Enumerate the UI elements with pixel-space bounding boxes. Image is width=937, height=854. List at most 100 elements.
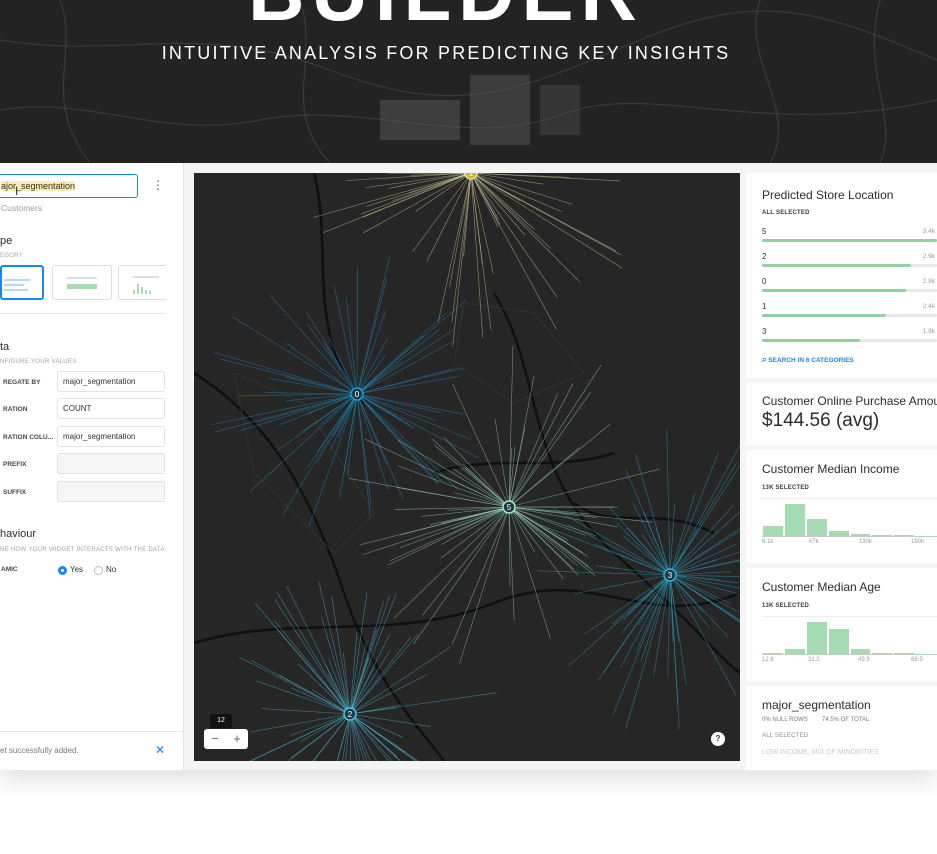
cluster-marker[interactable]: 3 (663, 568, 677, 582)
aggregate-by-field[interactable]: major_segmentation (57, 371, 165, 392)
hero-banner: BUILDER INTUITIVE ANALYSIS FOR PREDICTIN… (0, 0, 937, 163)
zoom-in-button[interactable]: + (226, 731, 248, 746)
histogram-bar[interactable] (763, 525, 783, 536)
type-category-thumbnail[interactable] (0, 265, 44, 300)
cluster-ray (356, 329, 440, 395)
cluster-ray (311, 689, 351, 715)
type-section-subtitle: EGORY (0, 253, 24, 259)
category-row[interactable]: 2 2.9k (762, 252, 937, 272)
category-row[interactable]: 1 2.4k (762, 302, 937, 322)
suffix-field[interactable] (57, 481, 165, 502)
tick-label: 190k (911, 539, 925, 545)
cluster-marker[interactable]: 1 (464, 173, 478, 180)
cluster-ray (470, 173, 623, 269)
widget-status: ALL SELECTED (762, 733, 809, 739)
cluster-ray (387, 506, 510, 566)
operation-column-label: RATION COLU... (3, 434, 54, 441)
null-rows-stat: 0% NULL ROWS (762, 717, 808, 723)
histogram[interactable] (762, 498, 937, 537)
cluster-ray (362, 506, 510, 555)
cluster-ray (276, 592, 351, 715)
cluster-fans (211, 173, 740, 761)
behaviour-section-title: haviour (0, 528, 37, 540)
cluster-ray (349, 713, 404, 738)
widget-title: Customer Median Age (762, 580, 881, 594)
operation-field[interactable]: COUNT (57, 398, 165, 419)
cluster-ray (349, 704, 403, 715)
histogram-bar[interactable] (763, 652, 783, 654)
cluster-ray (274, 599, 351, 715)
dynamic-no-radio[interactable] (94, 566, 103, 575)
cluster-ray (363, 173, 472, 234)
help-icon[interactable]: ? (711, 732, 725, 746)
widget-median-age: Customer Median Age 13K SELECTED 12.6 31… (746, 568, 937, 681)
cluster-ray (449, 173, 472, 287)
cluster-ray (669, 461, 738, 576)
widget-status: 13K SELECTED (762, 485, 810, 491)
histogram-bar[interactable] (784, 503, 805, 536)
histogram-bar[interactable] (850, 648, 871, 654)
grid-line (762, 498, 937, 499)
cluster-ray (356, 393, 371, 517)
zoom-out-button[interactable]: − (204, 731, 226, 746)
histogram[interactable] (762, 616, 937, 655)
grid-line (762, 616, 937, 617)
search-categories-link[interactable]: ⌕ SEARCH IN 6 CATEGORIES (762, 355, 854, 365)
histogram-bar[interactable] (828, 628, 849, 654)
tick-label: 49.9 (858, 657, 870, 663)
cluster-ray (232, 316, 358, 395)
cluster-ray (318, 580, 351, 715)
histogram-bar[interactable] (872, 534, 893, 536)
histogram-bar[interactable] (828, 530, 849, 536)
cluster-ray (313, 173, 472, 218)
type-formula-thumbnail[interactable] (52, 265, 112, 300)
dynamic-yes-radio[interactable] (58, 566, 67, 575)
cluster-ray (349, 593, 397, 715)
cluster-ray (330, 393, 358, 450)
list-item[interactable]: LOW INCOME, MIX OF MINORITIES (762, 749, 879, 756)
hero-subtitle: INTUITIVE ANALYSIS FOR PREDICTING KEY IN… (161, 43, 731, 63)
cluster-ray (669, 560, 740, 576)
prefix-field[interactable] (57, 453, 165, 474)
search-icon: ⌕ (762, 355, 767, 364)
category-count: 3.4k (922, 228, 935, 235)
category-row[interactable]: 5 3.4k (762, 227, 937, 247)
category-bar (762, 264, 912, 267)
histogram-bar[interactable] (894, 653, 915, 654)
cluster-ray (452, 506, 510, 645)
type-histogram-thumbnail[interactable] (118, 265, 166, 300)
cluster-ray (669, 559, 740, 576)
histogram-bar[interactable] (784, 648, 805, 654)
cluster-ray (452, 384, 510, 508)
more-options-icon[interactable]: ⋮ (152, 178, 164, 194)
cluster-ray (643, 512, 671, 576)
cluster-ray (215, 393, 358, 433)
category-row[interactable]: 0 2.8k (762, 277, 937, 297)
close-icon[interactable]: ✕ (155, 743, 165, 757)
widget-status: ALL SELECTED (762, 210, 810, 216)
success-toast: et successfully added. ✕ (0, 731, 183, 771)
category-row[interactable]: 3 1.9k (762, 327, 937, 347)
cluster-marker[interactable]: 5 (502, 500, 516, 514)
widget-name-input[interactable]: ajor_segmentation (0, 174, 138, 198)
histogram-bar[interactable] (806, 622, 827, 654)
map-canvas[interactable]: 1 0 5 3 2 (194, 173, 740, 761)
cluster-ray (452, 468, 510, 508)
cluster-marker[interactable]: 0 (350, 387, 364, 401)
cluster-ray (356, 278, 388, 395)
operation-column-field[interactable]: major_segmentation (57, 426, 165, 447)
cluster-ray (312, 713, 351, 761)
histogram-bar[interactable] (850, 533, 871, 536)
cluster-ray (508, 346, 514, 508)
map-view[interactable]: 1 0 5 3 2 1 2 − + ? (194, 173, 740, 761)
cluster-ray (470, 173, 552, 249)
category-name: 5 (762, 227, 767, 236)
histogram-bar[interactable] (872, 652, 893, 654)
cluster-marker[interactable]: 2 (343, 707, 357, 721)
histogram-bar[interactable] (894, 535, 915, 536)
widget-title: Predicted Store Location (762, 188, 894, 202)
histogram-bar[interactable] (806, 519, 827, 536)
cluster-ray (356, 266, 358, 395)
cluster-ray (537, 570, 671, 576)
cluster-ray (452, 173, 472, 347)
